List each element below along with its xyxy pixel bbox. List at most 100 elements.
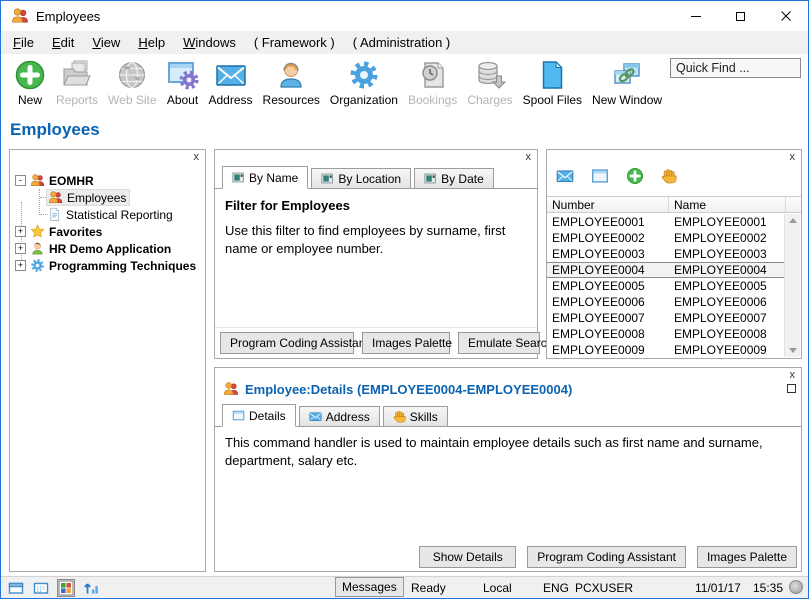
close-panel-icon[interactable]: x xyxy=(192,151,202,163)
menu-item-view[interactable]: View xyxy=(83,32,129,53)
program-coding-assistant-button[interactable]: Program Coding Assistant xyxy=(220,332,354,354)
new-plus-icon xyxy=(14,59,46,91)
toolbar-item-new[interactable]: New xyxy=(9,57,51,109)
form-icon xyxy=(424,172,437,185)
menu-item-help[interactable]: Help xyxy=(129,32,174,53)
tree-node-employees[interactable]: Employees xyxy=(10,189,205,206)
status-icons xyxy=(7,579,100,597)
window-grid-icon[interactable] xyxy=(32,579,50,597)
close-panel-icon[interactable]: x xyxy=(788,369,798,381)
star-icon xyxy=(30,224,45,239)
page-title: Employees xyxy=(10,120,100,140)
close-icon xyxy=(781,11,791,21)
maximize-panel-icon[interactable] xyxy=(787,384,796,393)
images-palette-button[interactable]: Images Palette xyxy=(697,546,797,568)
tree-node-favorites[interactable]: + Favorites xyxy=(10,223,205,240)
tab-by-name[interactable]: By Name xyxy=(222,166,308,189)
tree-node-eomhr[interactable]: - EOMHR xyxy=(10,172,205,189)
tab-skills[interactable]: Skills xyxy=(383,406,448,427)
status-bar: Messages Ready Local ENG PCXUSER 11/01/1… xyxy=(1,576,808,598)
close-panel-icon[interactable]: x xyxy=(788,151,798,163)
emulate-search-button[interactable]: Emulate Search xyxy=(458,332,540,354)
toolbar-item-about[interactable]: About xyxy=(162,57,204,109)
people-icon xyxy=(48,190,63,205)
window-icon[interactable] xyxy=(591,167,609,185)
tab-by-date[interactable]: By Date xyxy=(414,168,494,189)
add-icon[interactable] xyxy=(626,167,644,185)
toolbar-item-organization[interactable]: Organization xyxy=(325,57,403,109)
toolbar-item-resources[interactable]: Resources xyxy=(258,57,325,109)
program-coding-assistant-button[interactable]: Program Coding Assistant xyxy=(527,546,686,568)
messages-button[interactable]: Messages xyxy=(335,577,404,597)
employee-list-panel: x Number Name EMPLOYEE0001EMPLOYEE0001 E… xyxy=(546,149,802,359)
close-panel-icon[interactable]: x xyxy=(524,151,534,163)
table-row[interactable]: EMPLOYEE0003EMPLOYEE0003 xyxy=(547,246,784,262)
minimize-icon xyxy=(691,16,701,17)
people-icon xyxy=(223,381,239,397)
filter-tabstrip: By Name By Location By Date xyxy=(215,165,537,189)
window-icon xyxy=(232,409,245,422)
reports-folder-icon xyxy=(61,59,93,91)
minimize-button[interactable] xyxy=(673,1,718,31)
column-header-number[interactable]: Number xyxy=(547,197,669,212)
tree-node-hr-demo-application[interactable]: + HR Demo Application xyxy=(10,240,205,257)
globe-icon xyxy=(116,59,148,91)
tab-details[interactable]: Details xyxy=(222,404,296,427)
maximize-button[interactable] xyxy=(718,1,763,31)
scroll-up-icon[interactable] xyxy=(789,218,797,223)
tab-by-location[interactable]: By Location xyxy=(311,168,411,189)
quick-find-input[interactable] xyxy=(670,58,801,78)
expand-expander[interactable]: + xyxy=(15,226,26,237)
document-icon xyxy=(536,59,568,91)
windows-link-icon xyxy=(611,59,643,91)
toolbar-item-spool-files[interactable]: Spool Files xyxy=(518,57,587,109)
details-tabstrip: Details Address Skills xyxy=(215,403,801,427)
collapse-expander[interactable]: - xyxy=(15,175,26,186)
status-time: 15:35 xyxy=(753,581,783,595)
toolbar-item-reports: Reports xyxy=(51,57,103,109)
tree-node-statistical-reporting[interactable]: Statistical Reporting xyxy=(10,206,205,223)
toolbar-item-charges: Charges xyxy=(462,57,517,109)
color-palette-icon[interactable] xyxy=(57,579,75,597)
table-row[interactable]: EMPLOYEE0009EMPLOYEE0009 xyxy=(547,342,784,357)
person-icon xyxy=(30,241,45,256)
tab-address[interactable]: Address xyxy=(299,406,380,427)
hand-icon[interactable] xyxy=(661,168,677,184)
table-row[interactable]: EMPLOYEE0007EMPLOYEE0007 xyxy=(547,310,784,326)
menu-item-framework[interactable]: ( Framework ) xyxy=(245,32,344,53)
table-row[interactable]: EMPLOYEE0006EMPLOYEE0006 xyxy=(547,294,784,310)
vertical-scrollbar[interactable] xyxy=(784,214,800,357)
menu-item-windows[interactable]: Windows xyxy=(174,32,245,53)
expand-expander[interactable]: + xyxy=(15,260,26,271)
people-icon xyxy=(30,173,45,188)
table-row[interactable]: EMPLOYEE0001EMPLOYEE0001 xyxy=(547,214,784,230)
filter-panel: x By Name By Location By Date Filter for… xyxy=(214,149,538,359)
images-palette-button[interactable]: Images Palette xyxy=(362,332,450,354)
menu-item-file[interactable]: File xyxy=(4,32,43,53)
form-icon xyxy=(232,171,245,184)
table-row[interactable]: EMPLOYEE0005EMPLOYEE0005 xyxy=(547,278,784,294)
status-ready: Ready xyxy=(411,581,446,595)
tree-node-programming-techniques[interactable]: + Programming Techniques xyxy=(10,257,205,274)
window-layout-icon[interactable] xyxy=(7,579,25,597)
details-title: Employee:Details (EMPLOYEE0004-EMPLOYEE0… xyxy=(223,381,572,397)
navigation-tree-panel: x - EOMHR Employees Statistical Reportin… xyxy=(9,149,206,572)
table-row-selected[interactable]: EMPLOYEE0004EMPLOYEE0004 xyxy=(547,262,784,278)
table-row[interactable]: EMPLOYEE0002EMPLOYEE0002 xyxy=(547,230,784,246)
envelope-icon[interactable] xyxy=(556,167,574,185)
expand-expander[interactable]: + xyxy=(15,243,26,254)
toolbar-item-new-window[interactable]: New Window xyxy=(587,57,667,109)
booking-clock-icon xyxy=(417,59,449,91)
show-details-button[interactable]: Show Details xyxy=(419,546,516,568)
title-bar: Employees xyxy=(1,1,808,31)
close-button[interactable] xyxy=(763,1,808,31)
table-row[interactable]: EMPLOYEE0008EMPLOYEE0008 xyxy=(547,326,784,342)
menu-item-edit[interactable]: Edit xyxy=(43,32,83,53)
menu-item-administration[interactable]: ( Administration ) xyxy=(344,32,460,53)
toolbar-item-address[interactable]: Address xyxy=(204,57,258,109)
sort-ascending-icon[interactable] xyxy=(82,579,100,597)
scroll-down-icon[interactable] xyxy=(789,348,797,353)
about-window-gear-icon xyxy=(167,59,199,91)
filter-heading: Filter for Employees xyxy=(225,198,350,213)
column-header-name[interactable]: Name xyxy=(669,197,786,212)
